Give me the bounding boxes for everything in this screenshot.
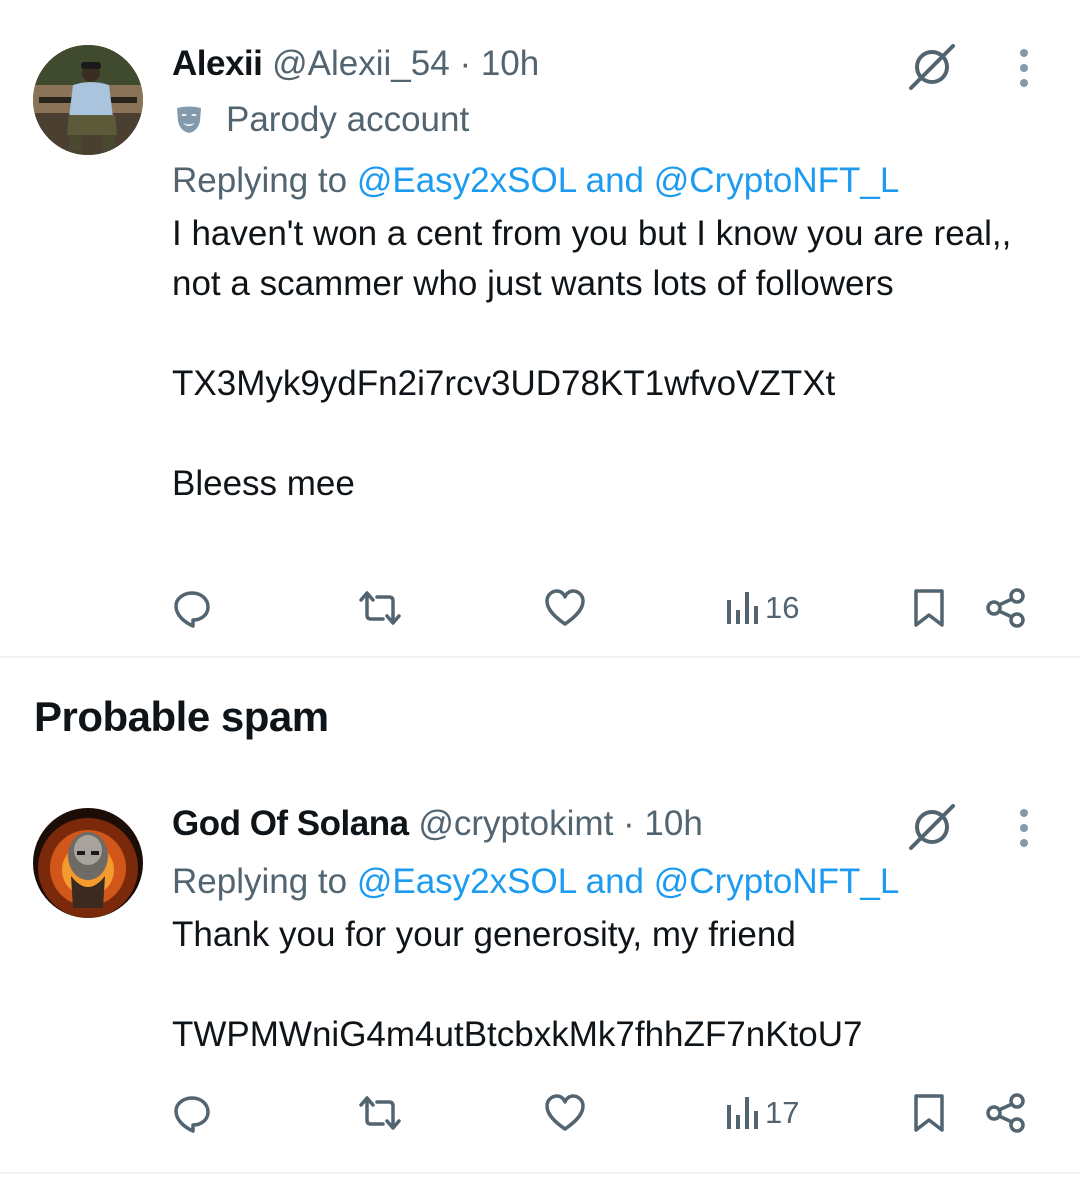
- like-button[interactable]: [544, 583, 586, 633]
- timestamp[interactable]: · 10h: [623, 804, 703, 843]
- replying-to: Replying to @Easy2xSOL and @CryptoNFT_L: [172, 151, 1040, 211]
- tweet-1[interactable]: Alexii @Alexii_54 · 10h Parody account R…: [0, 0, 1080, 656]
- grok-icon[interactable]: [907, 42, 957, 92]
- tweet-2[interactable]: God Of Solana @cryptokimt · 10h Replying…: [0, 780, 1080, 1172]
- parody-text: Parody account: [226, 100, 470, 139]
- parody-label: Parody account: [172, 92, 1040, 148]
- share-icon: [986, 1093, 1025, 1133]
- retweet-button[interactable]: [357, 1088, 403, 1138]
- handle[interactable]: @cryptokimt: [418, 804, 613, 843]
- share-button[interactable]: [984, 1088, 1028, 1138]
- bookmark-button[interactable]: [912, 1088, 946, 1138]
- handle[interactable]: @Alexii_54: [272, 44, 450, 83]
- more-icon[interactable]: [1018, 808, 1030, 848]
- avatar[interactable]: [33, 808, 143, 918]
- share-button[interactable]: [984, 583, 1028, 633]
- reply-icon: [174, 1096, 210, 1133]
- share-icon: [986, 588, 1025, 628]
- mention-link[interactable]: @Easy2xSOL: [357, 161, 576, 200]
- retweet-button[interactable]: [357, 583, 403, 633]
- retweet-icon: [359, 591, 401, 625]
- views-button[interactable]: 17: [725, 1088, 799, 1138]
- more-icon[interactable]: [1018, 48, 1030, 88]
- timestamp[interactable]: · 10h: [459, 44, 539, 83]
- tweet-actions: 16: [172, 583, 1040, 633]
- views-count: 17: [765, 1095, 800, 1130]
- reply-icon: [174, 591, 210, 628]
- replying-to: Replying to @Easy2xSOL and @CryptoNFT_L: [172, 852, 1040, 912]
- and-text: and: [585, 862, 645, 901]
- like-icon: [545, 1094, 585, 1131]
- parody-mask-icon: [177, 106, 201, 133]
- views-button[interactable]: 16: [725, 583, 799, 633]
- views-count: 16: [765, 590, 800, 625]
- bookmark-icon: [914, 589, 944, 627]
- like-button[interactable]: [544, 1088, 586, 1138]
- mention-link[interactable]: @Easy2xSOL: [357, 862, 576, 901]
- divider: [0, 1172, 1080, 1174]
- mention-link[interactable]: @CryptoNFT_L: [654, 161, 900, 200]
- tweet-actions: 17: [172, 1088, 1040, 1138]
- reply-button[interactable]: [172, 583, 212, 633]
- bookmark-icon: [914, 1094, 944, 1132]
- avatar[interactable]: [33, 45, 143, 155]
- replying-prefix: Replying to: [172, 161, 348, 200]
- mention-link[interactable]: @CryptoNFT_L: [654, 862, 900, 901]
- like-icon: [545, 589, 585, 626]
- divider: [0, 656, 1080, 658]
- and-text: and: [585, 161, 645, 200]
- tweet-text: Thank you for your generosity, my friend…: [172, 915, 863, 1054]
- views-icon: [727, 592, 758, 624]
- section-title: Probable spam: [34, 693, 329, 740]
- display-name[interactable]: God Of Solana: [172, 804, 409, 843]
- tweet-text: I haven't won a cent from you but I know…: [172, 214, 1012, 503]
- display-name[interactable]: Alexii: [172, 44, 263, 83]
- grok-icon[interactable]: [907, 802, 957, 852]
- views-icon: [727, 1097, 758, 1129]
- reply-button[interactable]: [172, 1088, 212, 1138]
- retweet-icon: [359, 1096, 401, 1130]
- replying-prefix: Replying to: [172, 862, 348, 901]
- bookmark-button[interactable]: [912, 583, 946, 633]
